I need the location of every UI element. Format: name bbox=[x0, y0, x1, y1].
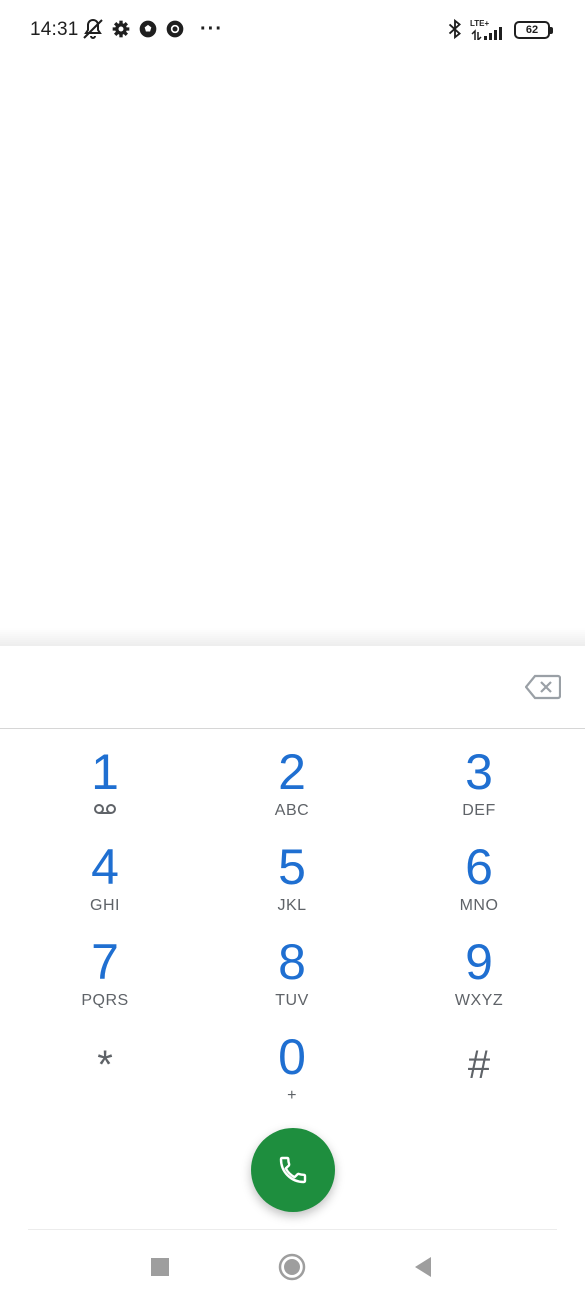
key-4[interactable]: 4 GHI bbox=[10, 839, 200, 931]
status-time: 14:31 bbox=[30, 19, 79, 40]
recents-square-icon[interactable] bbox=[145, 1252, 175, 1282]
back-triangle-icon[interactable] bbox=[408, 1252, 438, 1282]
nav-divider bbox=[28, 1229, 557, 1230]
bluetooth-icon bbox=[444, 17, 466, 41]
key-2[interactable]: 2 ABC bbox=[197, 744, 387, 836]
key-9[interactable]: 9 WXYZ bbox=[384, 934, 574, 1026]
key-0[interactable]: 0 + bbox=[197, 1029, 387, 1121]
key-letters: WXYZ bbox=[454, 992, 504, 1009]
key-digit: 1 bbox=[91, 744, 119, 800]
key-letters: DEF bbox=[462, 802, 496, 819]
call-button[interactable] bbox=[251, 1128, 335, 1212]
key-letters: TUV bbox=[275, 992, 309, 1009]
phone-number-field[interactable] bbox=[0, 646, 585, 729]
key-1[interactable]: 1 bbox=[10, 744, 200, 836]
key-symbol: * bbox=[97, 1043, 113, 1087]
sheet-shadow bbox=[0, 628, 585, 648]
voicemail-icon bbox=[94, 804, 116, 814]
key-3[interactable]: 3 DEF bbox=[384, 744, 574, 836]
key-letters: MNO bbox=[459, 897, 499, 914]
backspace-icon[interactable] bbox=[525, 674, 561, 700]
key-letters: PQRS bbox=[81, 992, 129, 1009]
key-6[interactable]: 6 MNO bbox=[384, 839, 574, 931]
key-7[interactable]: 7 PQRS bbox=[10, 934, 200, 1026]
key-digit: 4 bbox=[91, 839, 119, 895]
key-digit: 8 bbox=[278, 934, 306, 990]
bell-off-icon bbox=[81, 17, 105, 41]
phone-icon bbox=[279, 1156, 307, 1184]
battery-icon: 62 bbox=[514, 21, 553, 39]
key-digit: 9 bbox=[465, 934, 493, 990]
navigation-bar bbox=[0, 1232, 585, 1300]
key-digit: 2 bbox=[278, 744, 306, 800]
key-digit: 5 bbox=[278, 839, 306, 895]
key-letters: GHI bbox=[90, 897, 120, 914]
gear-icon bbox=[111, 19, 131, 39]
key-digit: 6 bbox=[465, 839, 493, 895]
key-symbol: # bbox=[467, 1043, 491, 1087]
dialpad-sheet: 1 2 ABC 3 DEF 4 GHI 5 JKL 6 MNO 7 PQRS 8… bbox=[0, 646, 585, 1300]
chrome-icon bbox=[165, 19, 185, 39]
key-5[interactable]: 5 JKL bbox=[197, 839, 387, 931]
key-letters: + bbox=[287, 1087, 297, 1104]
key-digit: 0 bbox=[278, 1029, 306, 1085]
key-hash[interactable]: # bbox=[384, 1029, 574, 1121]
home-circle-icon[interactable] bbox=[277, 1252, 307, 1282]
key-star[interactable]: * bbox=[10, 1029, 200, 1121]
key-letters: JKL bbox=[277, 897, 307, 914]
key-8[interactable]: 8 TUV bbox=[197, 934, 387, 1026]
key-digit: 7 bbox=[91, 934, 119, 990]
soccer-ball-icon bbox=[138, 19, 158, 39]
status-bar: 14:31 ··· LTE+ 62 bbox=[0, 0, 585, 60]
key-letters: ABC bbox=[274, 802, 310, 819]
signal-icon bbox=[470, 26, 508, 40]
key-digit: 3 bbox=[465, 744, 493, 800]
more-dots-icon: ··· bbox=[200, 18, 223, 40]
